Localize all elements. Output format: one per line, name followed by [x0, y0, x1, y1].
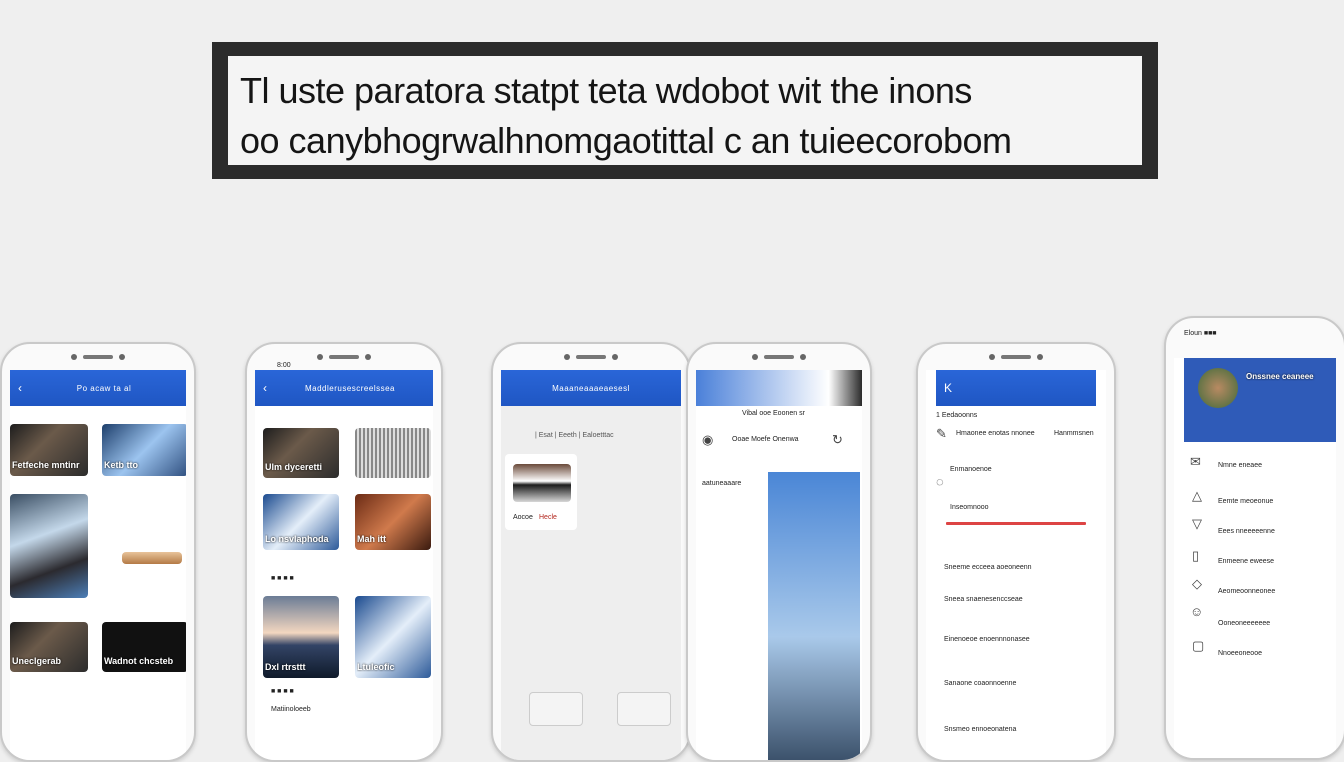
text-block: Snsmeo ennoeonatena	[944, 726, 1017, 733]
banner-line-2: oo canybhogrwalhnomgaotittal c an tuieec…	[240, 120, 1012, 161]
phone-2: 8:00 ‹ Maddlerusescreelssea Ulm dycerett…	[245, 342, 443, 762]
tag-icon[interactable]: ◇	[1192, 576, 1202, 592]
detail-row: aatuneaaare	[702, 480, 742, 487]
edit-icon[interactable]: ✎	[936, 426, 947, 442]
row-label: ■ ■ ■ ■	[271, 575, 294, 582]
photo-thumbnail[interactable]	[617, 692, 671, 726]
app-bar	[696, 370, 862, 406]
list-row: Hanmmsnen	[1054, 430, 1094, 437]
status-time: 8:00	[277, 362, 291, 369]
card-label: Aocoe	[513, 514, 533, 521]
menu-item[interactable]: Eees nneeeeenne	[1218, 528, 1275, 535]
phone-1: ‹ Po acaw ta al Fetfeche mntinr Ketb tto…	[0, 342, 196, 762]
tab-row: | Esat | Eeeth | Ealoetttac	[535, 432, 614, 439]
avatar[interactable]	[1198, 368, 1238, 408]
avatar-icon: ◉	[702, 432, 714, 447]
app-title: Maaaneaaaeaesesl	[552, 383, 630, 393]
menu-item[interactable]: Aeomeoonneonee	[1218, 588, 1275, 595]
phone-3-screen: Maaaneaaaeaesesl | Esat | Eeeth | Ealoet…	[501, 370, 681, 760]
status-bar: Eloun ■■■	[1184, 330, 1217, 337]
text-block: Sneeme ecceea aoeoneenn	[944, 564, 1032, 571]
photo-thumbnail[interactable]	[513, 464, 571, 502]
speaker	[989, 354, 1043, 360]
back-button[interactable]: K	[944, 381, 952, 395]
photo-card[interactable]: Uneclgerab	[10, 622, 88, 672]
menu-item[interactable]: Nmne eneaee	[1218, 462, 1262, 469]
photo-card[interactable]: Ulm dyceretti	[263, 428, 339, 478]
phone-4-screen: Vibal ooe Eoonen sr ◉ Ooae Moefe Onenwa …	[696, 370, 862, 760]
banner-line-1: Tl uste paratora statpt teta wdobot wit …	[240, 70, 972, 111]
menu-item[interactable]: Ooneoneeeeeee	[1218, 620, 1270, 627]
app-bar: ‹ Po acaw ta al	[10, 370, 186, 406]
list-row: 1 Eedaoonns	[936, 412, 978, 419]
speaker	[71, 354, 125, 360]
photo-card[interactable]	[122, 552, 182, 564]
menu-item[interactable]: Eemte meoeonue	[1218, 498, 1273, 505]
menu-item[interactable]: Enmeene eweese	[1218, 558, 1274, 565]
banner-text-panel: Tl uste paratora statpt teta wdobot wit …	[228, 56, 1142, 165]
photo-card[interactable]	[10, 494, 88, 598]
app-bar: K	[936, 370, 1096, 406]
phone-1-screen: ‹ Po acaw ta al Fetfeche mntinr Ketb tto…	[10, 370, 186, 760]
menu-item[interactable]: Nnoeeoneooe	[1218, 650, 1262, 657]
text-block: Sneea snaenesenccseae	[944, 596, 1023, 603]
triangle-icon[interactable]: ▽	[1192, 516, 1202, 532]
phone-6: Eloun ■■■ Onssnee ceaneee ✉ △ ▽ ▯ ◇ ☺ ▢ …	[1164, 316, 1344, 760]
photo-card[interactable]: Mah itt	[355, 494, 431, 550]
photo-card[interactable]: Ketb tto	[102, 424, 186, 476]
profile-name: Onssnee ceaneee	[1246, 372, 1314, 381]
photo-card[interactable]: Fetfeche mntinr	[10, 424, 88, 476]
text-block: Einenoeoe enoennnonasee	[944, 636, 1030, 643]
row-caption: Matiinoloeeb	[271, 706, 311, 713]
phone-6-screen: Onssnee ceaneee ✉ △ ▽ ▯ ◇ ☺ ▢ Nmne eneae…	[1174, 358, 1336, 758]
refresh-icon[interactable]: ↻	[832, 432, 843, 448]
speaker	[317, 354, 371, 360]
row-label: ■ ■ ■ ■	[271, 688, 294, 695]
bookmark-icon[interactable]: ▯	[1192, 548, 1199, 564]
list-row: Enmanoenoe	[950, 466, 992, 473]
phone-5: K 1 Eedaoonns ✎ Hmaonee enotas nnonee Ha…	[916, 342, 1116, 762]
phone-4: Vibal ooe Eoonen sr ◉ Ooae Moefe Onenwa …	[686, 342, 872, 762]
gradient-panel	[768, 472, 860, 760]
list-row: Hmaonee enotas nnonee	[956, 430, 1035, 437]
lock-icon[interactable]: ▢	[1192, 638, 1204, 654]
profile-header: Onssnee ceaneee	[1184, 358, 1336, 442]
speaker	[564, 354, 618, 360]
phone-2-screen: ‹ Maddlerusescreelssea Ulm dyceretti Lo …	[255, 370, 433, 760]
phone-5-screen: K 1 Eedaoonns ✎ Hmaonee enotas nnonee Ha…	[926, 370, 1106, 760]
header-text: Vibal ooe Eoonen sr	[742, 410, 805, 417]
app-bar: Maaaneaaaeaesesl	[501, 370, 681, 406]
photo-card[interactable]: Dxl rtrsttt	[263, 596, 339, 678]
card-value: Hecle	[539, 514, 557, 521]
smile-icon[interactable]: ☺	[1190, 604, 1203, 619]
app-title: Po acaw ta al	[76, 383, 132, 393]
circle-icon: ◌	[936, 474, 944, 489]
photo-card[interactable]: Wadnot chcsteb	[102, 622, 186, 672]
photo-card[interactable]	[355, 428, 431, 478]
photo-card[interactable]: Ltuleofic	[355, 596, 431, 678]
section-title: Inseomnooo	[950, 504, 989, 511]
photo-card[interactable]: Lo nsvlaphoda	[263, 494, 339, 550]
text-block: Sanaone coaonnoenne	[944, 680, 1017, 687]
mail-icon[interactable]: ✉	[1190, 454, 1201, 470]
app-bar: ‹ Maddlerusescreelssea	[255, 370, 433, 406]
photo-thumbnail[interactable]	[529, 692, 583, 726]
phone-3: Maaaneaaaeaesesl | Esat | Eeeth | Ealoet…	[491, 342, 691, 762]
triangle-icon[interactable]: △	[1192, 488, 1202, 504]
title-banner: Tl uste paratora statpt teta wdobot wit …	[212, 42, 1158, 179]
app-title: Maddlerusescreelssea	[304, 383, 396, 393]
back-icon[interactable]: ‹	[18, 381, 22, 395]
progress-bar	[946, 522, 1086, 525]
back-icon[interactable]: ‹	[263, 381, 267, 395]
detail-row: Ooae Moefe Onenwa	[732, 436, 799, 443]
speaker	[752, 354, 806, 360]
